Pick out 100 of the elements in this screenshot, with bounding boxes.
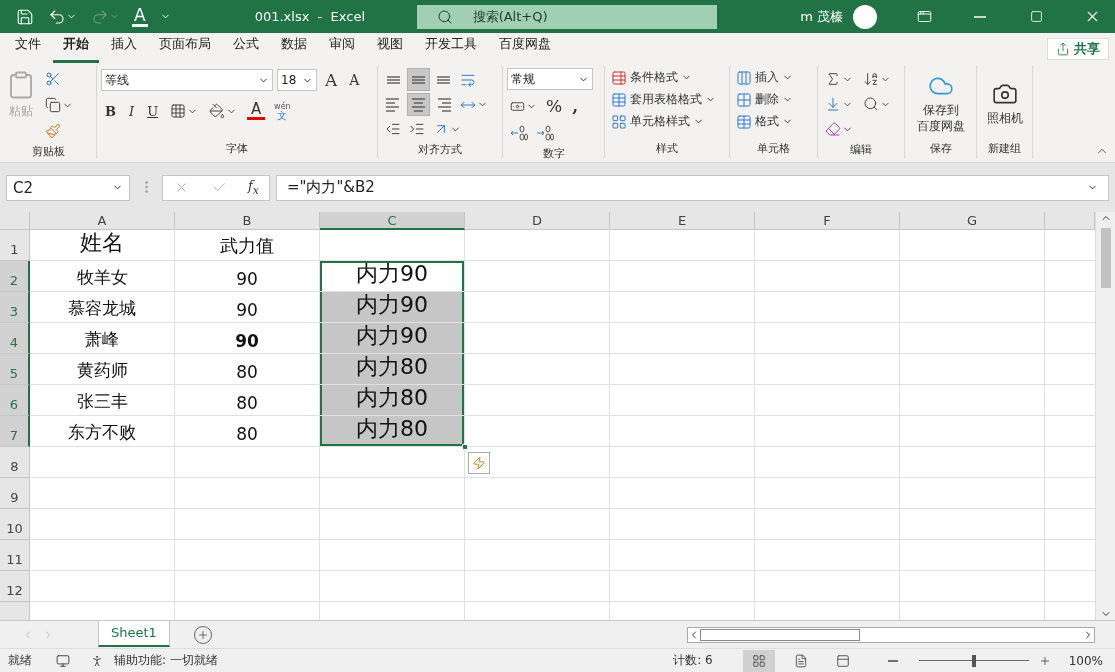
phonetic-button[interactable]: wén 文 — [272, 102, 293, 120]
font-color-button[interactable]: A — [245, 102, 268, 120]
lines-icon — [436, 97, 451, 112]
group-label: 字体 — [226, 141, 248, 157]
cells-button[interactable]: 删除 — [734, 90, 795, 109]
bold-button[interactable]: B — [101, 101, 120, 121]
styles-button[interactable]: 套用表格格式 — [609, 90, 718, 109]
table-icon — [611, 113, 627, 130]
styles-button[interactable]: 条件格式 — [609, 68, 718, 87]
save-icon — [16, 7, 34, 26]
styles-button[interactable]: 单元格样式 — [609, 112, 718, 131]
scissors-icon — [45, 71, 61, 87]
percent-button[interactable]: % — [542, 94, 567, 118]
ribbon-tab[interactable]: 公式 — [223, 35, 269, 63]
row-header[interactable]: 9 — [0, 478, 30, 509]
cells-button[interactable]: 插入 — [734, 68, 795, 87]
sheet-tab[interactable]: Sheet1 — [98, 620, 170, 647]
table-cell-text: 牧羊女 — [75, 266, 129, 289]
copy-icon — [45, 97, 61, 113]
table-cell-text: 黄药师 — [75, 359, 129, 382]
row-header[interactable]: 6 — [0, 385, 30, 416]
window-title: 001.xlsx - Excel — [254, 9, 366, 24]
row-header[interactable]: 7 — [0, 416, 30, 447]
zoom-thumb[interactable] — [971, 654, 976, 667]
column-header[interactable]: F — [755, 212, 900, 230]
row-header[interactable]: 3 — [0, 292, 30, 323]
font-name-select[interactable]: 等线 — [101, 69, 273, 91]
insert-function-button[interactable]: f$_{x}$ — [245, 178, 261, 197]
lines-icon — [386, 75, 401, 84]
vertical-scrollbar[interactable] — [1095, 212, 1115, 620]
scrollbar-thumb[interactable] — [1100, 228, 1111, 288]
table-cell-text: 80 — [235, 361, 259, 384]
column-header[interactable]: B — [175, 212, 320, 230]
lightning-icon — [472, 456, 486, 470]
ribbon-tab[interactable]: 数据 — [271, 35, 317, 63]
column-header[interactable]: A — [30, 212, 175, 230]
ribbon-tab[interactable]: 页面布局 — [149, 35, 221, 63]
row-header[interactable]: 12 — [0, 571, 30, 602]
table-cell-text: 80 — [235, 392, 259, 415]
group-label: 数字 — [542, 146, 565, 162]
column-header[interactable]: G — [900, 212, 1045, 230]
row-header[interactable]: 1 — [0, 230, 30, 261]
search-field[interactable]: 搜索(Alt+Q) — [416, 4, 717, 29]
share-button[interactable]: 共享 — [1047, 38, 1109, 60]
formula-field[interactable]: ="内力"&B2 — [276, 174, 1109, 201]
group-label: 编辑 — [850, 142, 872, 158]
row-header[interactable]: 2 — [0, 261, 30, 292]
save-to-cloud-button[interactable]: 保存到 百度网盘 — [914, 70, 967, 137]
font-color-button[interactable]: A — [132, 6, 148, 27]
camera-button[interactable]: 照相机 — [984, 78, 1025, 129]
column-header[interactable]: C — [320, 212, 465, 230]
row-header[interactable]: 4 — [0, 323, 30, 354]
ribbon-tab[interactable]: 插入 — [101, 35, 147, 63]
column-header[interactable]: D — [465, 212, 610, 230]
window-icon — [916, 9, 932, 24]
view-button[interactable] — [742, 649, 775, 672]
table-cell-text: 慕容龙城 — [67, 297, 137, 320]
table-cell-text: 80 — [235, 423, 259, 446]
status-text: 就绪 — [8, 652, 32, 669]
column-header[interactable]: E — [610, 212, 755, 230]
zoom-reading: 100% — [1068, 653, 1103, 668]
table-icon — [611, 91, 627, 108]
fill-handle[interactable] — [462, 444, 468, 450]
minimize-icon — [974, 15, 986, 18]
ribbon-tab[interactable]: 开发工具 — [415, 35, 487, 63]
sort-icon — [863, 71, 879, 87]
horizontal-scrollbar[interactable] — [687, 626, 1095, 643]
row-header[interactable]: 5 — [0, 354, 30, 385]
underline-button[interactable]: U — [143, 101, 163, 121]
number-format-select[interactable]: 常规 — [507, 68, 593, 90]
table-icon — [736, 113, 752, 130]
italic-button[interactable]: I — [125, 101, 139, 121]
shrink-font-button[interactable]: A — [345, 70, 364, 90]
row-header[interactable]: 11 — [0, 540, 30, 571]
group-label: 保存 — [929, 141, 952, 157]
count-text: 计数: 6 — [673, 652, 713, 669]
group-label: 剪贴板 — [31, 144, 65, 160]
lines-icon — [386, 97, 401, 112]
row-header[interactable]: 10 — [0, 509, 30, 540]
ribbon-tab[interactable]: 审阅 — [319, 35, 365, 63]
comma-button[interactable]: , — [568, 94, 583, 118]
row-header[interactable]: 8 — [0, 447, 30, 478]
plus-icon — [196, 628, 209, 641]
cells-button[interactable]: 格式 — [734, 112, 795, 131]
table-cell-text: 张三丰 — [75, 390, 129, 413]
ribbon-tab[interactable]: 文件 — [5, 35, 51, 63]
table-icon — [611, 69, 627, 86]
user-name: m 茂榛 — [800, 7, 843, 26]
avatar[interactable] — [853, 4, 877, 29]
horizontal-align-button[interactable] — [407, 93, 430, 116]
ribbon-tab[interactable]: 视图 — [367, 35, 413, 63]
grow-font-button[interactable]: A — [321, 68, 342, 92]
redo-icon — [91, 7, 109, 26]
name-box[interactable]: C2 — [6, 174, 130, 201]
font-size-select[interactable]: 18 — [277, 69, 317, 91]
vertical-align-button[interactable] — [407, 68, 430, 91]
lines-icon — [436, 75, 451, 84]
ribbon-tab[interactable]: 百度网盘 — [489, 35, 561, 63]
scrollbar-thumb[interactable] — [700, 628, 860, 641]
quick-analysis-button[interactable] — [468, 452, 490, 474]
